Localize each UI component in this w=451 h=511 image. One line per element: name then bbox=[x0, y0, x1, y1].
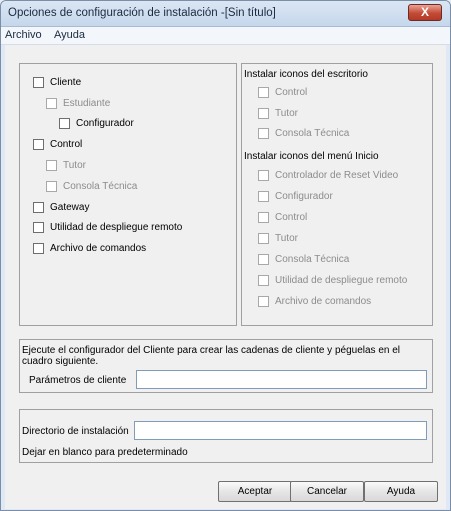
window-title: Opciones de configuración de instalación… bbox=[8, 7, 276, 19]
checkbox-box bbox=[258, 128, 269, 139]
install-dir-panel: Directorio de instalación Dejar en blanc… bbox=[19, 409, 433, 463]
checkbox-box bbox=[46, 98, 57, 109]
checkbox-box bbox=[258, 296, 269, 307]
setup-options-window: Opciones de configuración de instalación… bbox=[0, 0, 451, 511]
checkbox-box[interactable] bbox=[59, 118, 70, 129]
checkbox-box bbox=[258, 233, 269, 244]
checkbox-label: Tutor bbox=[275, 233, 298, 244]
client-params-panel: Ejecute el configurador del Cliente para… bbox=[19, 339, 433, 393]
checkbox-box[interactable] bbox=[33, 202, 44, 213]
checkbox-box[interactable] bbox=[33, 222, 44, 233]
checkbox-label: Cliente bbox=[50, 77, 82, 88]
checkbox-label: Consola Técnica bbox=[275, 254, 350, 265]
checkbox-box bbox=[258, 87, 269, 98]
install-dir-hint: Dejar en blanco para predeterminado bbox=[22, 447, 188, 458]
checkbox-label: Utilidad de despliegue remoto bbox=[50, 222, 183, 233]
desktop-icons-heading: Instalar iconos del escritorio bbox=[244, 69, 368, 80]
checkbox-label: Archivo de comandos bbox=[275, 296, 372, 307]
checkbox-label: Utilidad de despliegue remoto bbox=[275, 275, 408, 286]
title-bar[interactable]: Opciones de configuración de instalación… bbox=[1, 1, 450, 27]
checkbox-label: Configurador bbox=[275, 191, 333, 202]
checkbox-box bbox=[258, 212, 269, 223]
start-menu-icons-heading: Instalar iconos del menú Inicio bbox=[244, 151, 379, 162]
checkbox-box bbox=[258, 170, 269, 181]
checkbox-label: Gateway bbox=[50, 202, 90, 213]
checkbox-label: Consola Técnica bbox=[275, 128, 350, 139]
checkbox-box bbox=[258, 108, 269, 119]
checkbox-label: Tutor bbox=[275, 108, 298, 119]
checkbox-label: Configurador bbox=[76, 118, 134, 129]
client-params-input[interactable] bbox=[136, 370, 427, 389]
checkbox-label: Control bbox=[275, 212, 308, 223]
cancel-button[interactable]: Cancelar bbox=[290, 481, 364, 502]
close-button[interactable]: X bbox=[408, 4, 442, 21]
components-panel: Cliente Estudiante Configurador Control … bbox=[19, 63, 237, 326]
checkbox-box[interactable] bbox=[33, 139, 44, 150]
checkbox-box bbox=[258, 275, 269, 286]
install-dir-input[interactable] bbox=[134, 421, 427, 440]
checkbox-box bbox=[46, 160, 57, 171]
dialog-body: Cliente Estudiante Configurador Control … bbox=[5, 45, 446, 509]
client-params-description: Ejecute el configurador del Cliente para… bbox=[22, 345, 401, 367]
icons-panel: Instalar iconos del escritorio Control T… bbox=[241, 63, 433, 326]
checkbox-label: Controlador de Reset Video bbox=[275, 170, 399, 181]
checkbox-label: Control bbox=[275, 87, 308, 98]
checkbox-box bbox=[258, 191, 269, 202]
checkbox-label: Consola Técnica bbox=[63, 181, 138, 192]
menu-bar: Archivo Ayuda bbox=[1, 27, 450, 45]
ok-button[interactable]: Aceptar bbox=[218, 481, 292, 502]
checkbox-label: Control bbox=[50, 139, 83, 150]
checkbox-box[interactable] bbox=[33, 243, 44, 254]
checkbox-label: Estudiante bbox=[63, 98, 111, 109]
menu-ayuda[interactable]: Ayuda bbox=[54, 29, 85, 41]
menu-archivo[interactable]: Archivo bbox=[5, 29, 42, 41]
checkbox-box bbox=[46, 181, 57, 192]
help-button[interactable]: Ayuda bbox=[364, 481, 438, 502]
checkbox-box bbox=[258, 254, 269, 265]
client-params-label: Parámetros de cliente bbox=[29, 375, 127, 386]
checkbox-label: Archivo de comandos bbox=[50, 243, 147, 254]
install-dir-label: Directorio de instalación bbox=[22, 426, 129, 437]
checkbox-label: Tutor bbox=[63, 160, 86, 171]
checkbox-box[interactable] bbox=[33, 77, 44, 88]
